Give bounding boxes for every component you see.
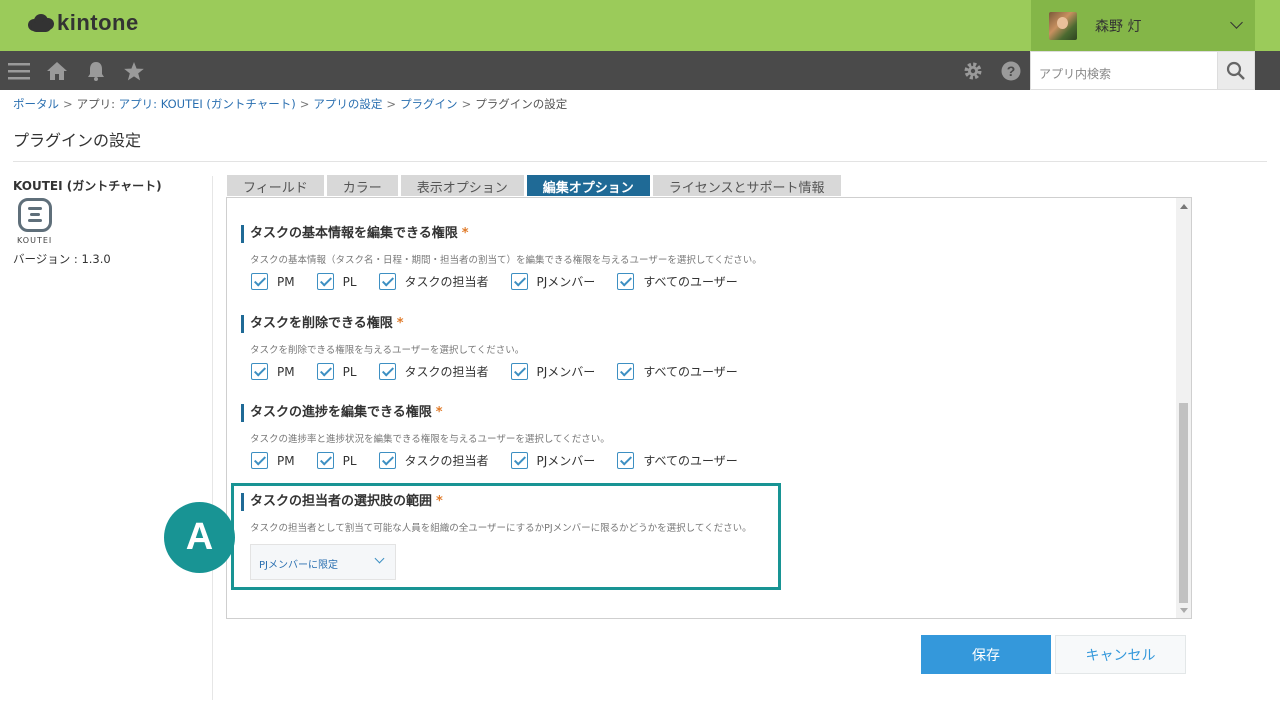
search-input[interactable]: アプリ内検索 [1030,51,1218,90]
logo-text: kintone [57,10,139,35]
section-delete-permission: タスクを削除できる権限 * タスクを削除できる権限を与えるユーザーを選択してくださ… [241,315,760,380]
plugin-icon-label: KOUTEI [17,236,53,245]
save-button[interactable]: 保存 [921,635,1051,674]
tab-edit-options[interactable]: 編集オプション [526,175,650,196]
checkbox-checked-icon [378,452,396,469]
logo-cloud-icon [28,13,54,33]
checkbox-checked-icon [316,363,334,380]
bell-icon[interactable] [85,60,107,82]
star-icon[interactable] [123,60,145,82]
breadcrumb-current: プラグインの設定 [475,97,568,111]
checkbox-checked-icon [251,363,268,380]
page-title: プラグインの設定 [13,131,142,150]
checkbox-group: PM PL タスクの担当者 PJメンバー すべてのユーザー [251,452,760,469]
scroll-thumb[interactable] [1179,403,1188,603]
checkbox-checked-icon [510,452,528,469]
checkbox-checked-icon [617,363,635,380]
checkbox-pj-member[interactable]: PJメンバー [510,452,595,469]
checkbox-all-users[interactable]: すべてのユーザー [617,363,738,380]
chevron-down-icon [1230,16,1243,29]
checkbox-task-assignee[interactable]: タスクの担当者 [378,273,489,290]
checkbox-pl[interactable]: PL [316,273,357,290]
required-mark: * [396,316,404,331]
breadcrumb: ポータル > アプリ: アプリ: KOUTEI (ガントチャート) > アプリの設定 > プ… [13,97,568,111]
menu-icon[interactable] [8,60,30,82]
checkbox-checked-icon [251,452,268,469]
avatar [1049,11,1077,40]
section-title: タスクの進捗を編集できる権限 * [241,404,760,422]
checkbox-checked-icon [510,273,528,290]
checkbox-group: PM PL タスクの担当者 PJメンバー すべてのユーザー [251,273,762,290]
divider [13,161,1267,162]
checkbox-pl[interactable]: PL [316,363,357,380]
help-icon[interactable]: ? [1000,60,1022,82]
checkbox-pm[interactable]: PM [251,273,295,290]
checkbox-all-users[interactable]: すべてのユーザー [617,452,738,469]
section-title: タスクの基本情報を編集できる権限 * [241,225,762,243]
gear-icon[interactable] [962,60,984,82]
checkbox-checked-icon [316,273,334,290]
home-icon[interactable] [46,60,68,82]
required-mark: * [435,405,443,420]
checkbox-all-users[interactable]: すべてのユーザー [617,273,738,290]
checkbox-pm[interactable]: PM [251,363,295,380]
checkbox-pm[interactable]: PM [251,452,295,469]
checkbox-pj-member[interactable]: PJメンバー [510,363,595,380]
user-menu[interactable]: 森野 灯 [1031,0,1255,51]
breadcrumb-portal[interactable]: ポータル [13,97,59,111]
section-description: タスクの進捗率と進捗状況を編集できる権限を与えるユーザーを選択してください。 [250,434,610,445]
scroll-down-arrow-icon[interactable] [1180,608,1188,613]
checkbox-checked-icon [251,273,268,290]
section-description: タスクを削除できる権限を与えるユーザーを選択してください。 [250,345,525,356]
top-header: kintone 森野 灯 [0,0,1280,51]
section-progress-permission: タスクの進捗を編集できる権限 * タスクの進捗率と進捗状況を編集できる権限を与える… [241,404,760,469]
scroll-up-arrow-icon[interactable] [1180,204,1188,209]
user-name: 森野 灯 [1095,18,1142,35]
section-title: タスクを削除できる権限 * [241,315,760,333]
panel-scrollbar[interactable] [1176,198,1191,618]
section-basic-info-permission: タスクの基本情報を編集できる権限 * タスクの基本情報（タスク名・日程・期間・担当… [241,225,762,290]
checkbox-task-assignee[interactable]: タスクの担当者 [378,452,489,469]
kintone-logo[interactable]: kintone [28,10,139,36]
cancel-button[interactable]: キャンセル [1055,635,1186,674]
checkbox-checked-icon [378,273,396,290]
checkbox-checked-icon [378,363,396,380]
checkbox-checked-icon [316,452,334,469]
plugin-name: KOUTEI (ガントチャート) [13,179,162,193]
vertical-divider [212,176,213,700]
settings-tabs: フィールド カラー 表示オプション 編集オプション ライセンスとサポート情報 [227,175,844,196]
breadcrumb-app-prefix: アプリ: [76,97,119,111]
checkbox-pl[interactable]: PL [316,452,357,469]
callout-badge: A [164,502,235,573]
tab-display-options[interactable]: 表示オプション [400,175,524,196]
tab-colors[interactable]: カラー [326,175,398,196]
checkbox-checked-icon [510,363,528,380]
checkbox-task-assignee[interactable]: タスクの担当者 [378,363,489,380]
svg-text:?: ? [1007,63,1016,79]
search-icon [1226,61,1245,80]
callout-highlight-box [231,483,781,590]
section-description: タスクの基本情報（タスク名・日程・期間・担当者の割当て）を編集できる権限を与える… [250,255,762,266]
checkbox-checked-icon [617,452,635,469]
search-button[interactable] [1217,51,1255,90]
checkbox-pj-member[interactable]: PJメンバー [510,273,595,290]
tab-fields[interactable]: フィールド [227,175,324,196]
breadcrumb-plugins[interactable]: プラグイン [400,97,458,111]
required-mark: * [461,226,469,241]
checkbox-group: PM PL タスクの担当者 PJメンバー すべてのユーザー [251,363,760,380]
plugin-version: バージョン : 1.3.0 [13,252,111,266]
breadcrumb-app-settings[interactable]: アプリの設定 [313,97,382,111]
breadcrumb-app[interactable]: アプリ: KOUTEI (ガントチャート) [119,97,296,111]
tab-license-support[interactable]: ライセンスとサポート情報 [652,175,841,196]
plugin-logo-icon [18,198,52,232]
checkbox-checked-icon [617,273,635,290]
